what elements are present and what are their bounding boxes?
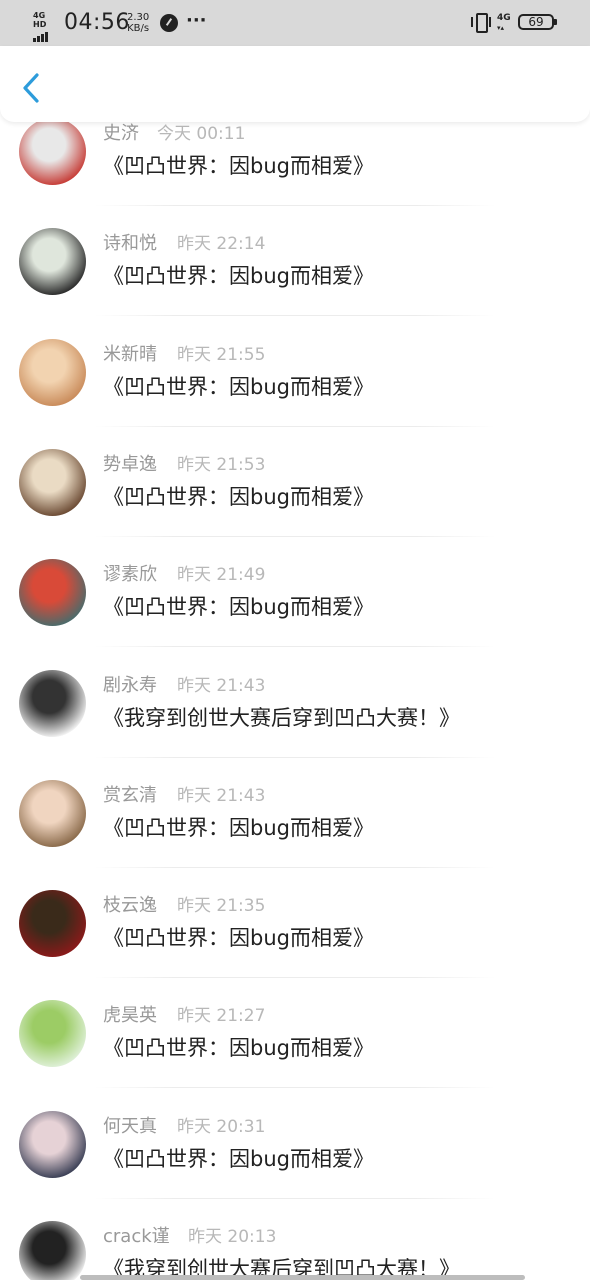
comment-item[interactable]: 米新晴 昨天 21:55 《凹凸世界：因bug而相爱》 bbox=[0, 326, 590, 436]
comment-timestamp: 昨天 21:53 bbox=[177, 454, 266, 475]
comment-text[interactable]: 《凹凸世界：因bug而相爱》 bbox=[103, 814, 374, 842]
comment-item[interactable]: 虎昊英 昨天 21:27 《凹凸世界：因bug而相爱》 bbox=[0, 987, 590, 1097]
comment-item[interactable]: 诗和悦 昨天 22:14 《凹凸世界：因bug而相爱》 bbox=[0, 215, 590, 325]
comment-timestamp: 昨天 21:43 bbox=[177, 785, 266, 806]
comment-item[interactable]: 何天真 昨天 20:31 《凹凸世界：因bug而相爱》 bbox=[0, 1098, 590, 1208]
commenter-name[interactable]: 势卓逸 bbox=[103, 454, 157, 476]
commenter-name[interactable]: 何天真 bbox=[103, 1116, 157, 1138]
divider bbox=[95, 535, 495, 537]
battery-level: 69 bbox=[528, 15, 544, 29]
comment-text[interactable]: 《凹凸世界：因bug而相爱》 bbox=[103, 593, 374, 621]
comment-timestamp: 昨天 20:13 bbox=[188, 1227, 277, 1247]
divider bbox=[95, 977, 495, 979]
commenter-name[interactable]: 史济 bbox=[103, 123, 139, 145]
comment-text[interactable]: 《凹凸世界：因bug而相爱》 bbox=[103, 262, 374, 290]
commenter-name[interactable]: 诗和悦 bbox=[103, 233, 157, 255]
network-speed: 2.30 KB/s bbox=[127, 12, 149, 34]
divider bbox=[95, 1197, 495, 1199]
avatar[interactable] bbox=[19, 890, 86, 958]
commenter-name[interactable]: crack谨 bbox=[103, 1226, 170, 1248]
comment-text[interactable]: 《凹凸世界：因bug而相爱》 bbox=[103, 924, 374, 952]
commenter-name[interactable]: 虎昊英 bbox=[103, 1005, 157, 1027]
avatar[interactable] bbox=[19, 1000, 86, 1068]
comment-text[interactable]: 《凹凸世界：因bug而相爱》 bbox=[103, 1034, 374, 1062]
avatar[interactable] bbox=[19, 448, 86, 516]
comment-timestamp: 昨天 21:49 bbox=[177, 565, 266, 586]
comment-text[interactable]: 《凹凸世界：因bug而相爱》 bbox=[103, 373, 374, 401]
app-notification-icon bbox=[160, 14, 178, 32]
clock: 04:56 bbox=[64, 10, 130, 35]
avatar[interactable] bbox=[19, 1221, 86, 1280]
avatar[interactable] bbox=[19, 228, 86, 296]
comment-timestamp: 昨天 21:43 bbox=[177, 675, 266, 696]
divider bbox=[95, 756, 495, 758]
status-bar: 4G HD 04:56 2.30 KB/s ··· 4G ▾▴ 69 bbox=[0, 0, 590, 46]
commenter-name[interactable]: 米新晴 bbox=[103, 344, 157, 366]
comment-text[interactable]: 《我穿到创世大赛后穿到凹凸大赛！》 bbox=[103, 704, 460, 732]
avatar[interactable] bbox=[19, 118, 86, 185]
comment-timestamp: 昨天 22:14 bbox=[177, 234, 266, 255]
commenter-name[interactable]: 赏玄清 bbox=[103, 785, 157, 807]
avatar[interactable] bbox=[19, 338, 86, 406]
comment-text[interactable]: 《凹凸世界：因bug而相爱》 bbox=[103, 152, 374, 180]
comment-item[interactable]: 赏玄清 昨天 21:43 《凹凸世界：因bug而相爱》 bbox=[0, 767, 590, 877]
comment-list[interactable]: 史济 今天 00:11 《凹凸世界：因bug而相爱》 诗和悦 昨天 22:14 《凹凸世界… bbox=[0, 0, 590, 1280]
divider bbox=[95, 866, 495, 868]
speed-value: 2.30 bbox=[127, 12, 150, 23]
chevron-left-icon bbox=[23, 73, 39, 103]
comment-timestamp: 昨天 20:31 bbox=[177, 1116, 266, 1137]
more-notifications-icon: ··· bbox=[186, 10, 207, 31]
comment-timestamp: 今天 00:11 bbox=[157, 124, 246, 144]
comment-item[interactable]: 剧永寿 昨天 21:43 《我穿到创世大赛后穿到凹凸大赛！》 bbox=[0, 657, 590, 767]
speed-unit: KB/s bbox=[127, 23, 150, 34]
comment-timestamp: 昨天 21:55 bbox=[177, 344, 266, 365]
comment-timestamp: 昨天 21:27 bbox=[177, 1006, 266, 1027]
comment-item[interactable]: 枝云逸 昨天 21:35 《凹凸世界：因bug而相爱》 bbox=[0, 877, 590, 987]
divider bbox=[95, 425, 495, 427]
commenter-name[interactable]: 枝云逸 bbox=[103, 895, 157, 917]
divider bbox=[95, 205, 495, 206]
comment-text[interactable]: 《凹凸世界：因bug而相爱》 bbox=[103, 483, 374, 511]
comment-text[interactable]: 《凹凸世界：因bug而相爱》 bbox=[103, 1145, 374, 1173]
avatar[interactable] bbox=[19, 779, 86, 847]
commenter-name[interactable]: 谬素欣 bbox=[103, 564, 157, 586]
top-nav-bar bbox=[0, 46, 590, 122]
vibrate-icon bbox=[470, 12, 492, 33]
avatar[interactable] bbox=[19, 669, 86, 737]
commenter-name[interactable]: 剧永寿 bbox=[103, 675, 157, 697]
battery-icon: 69 bbox=[518, 14, 557, 30]
divider bbox=[95, 1087, 495, 1089]
screen: 史济 今天 00:11 《凹凸世界：因bug而相爱》 诗和悦 昨天 22:14 《凹凸世界… bbox=[0, 0, 590, 1280]
avatar[interactable] bbox=[19, 1110, 86, 1178]
back-button[interactable] bbox=[18, 72, 46, 104]
divider bbox=[95, 315, 495, 317]
comment-item[interactable]: 势卓逸 昨天 21:53 《凹凸世界：因bug而相爱》 bbox=[0, 436, 590, 546]
avatar[interactable] bbox=[19, 559, 86, 627]
comment-item[interactable]: 谬素欣 昨天 21:49 《凹凸世界：因bug而相爱》 bbox=[0, 546, 590, 656]
signal-icon: 4G HD bbox=[33, 11, 57, 42]
comment-timestamp: 昨天 21:35 bbox=[177, 896, 266, 917]
home-indicator bbox=[80, 1275, 525, 1280]
comment-item[interactable]: crack谨 昨天 20:13 《我穿到创世大赛后穿到凹凸大赛！》 bbox=[0, 1208, 590, 1280]
divider bbox=[95, 646, 495, 648]
mobile-data-label: 4G bbox=[497, 13, 511, 23]
mobile-data-icon: 4G ▾▴ bbox=[497, 13, 511, 32]
